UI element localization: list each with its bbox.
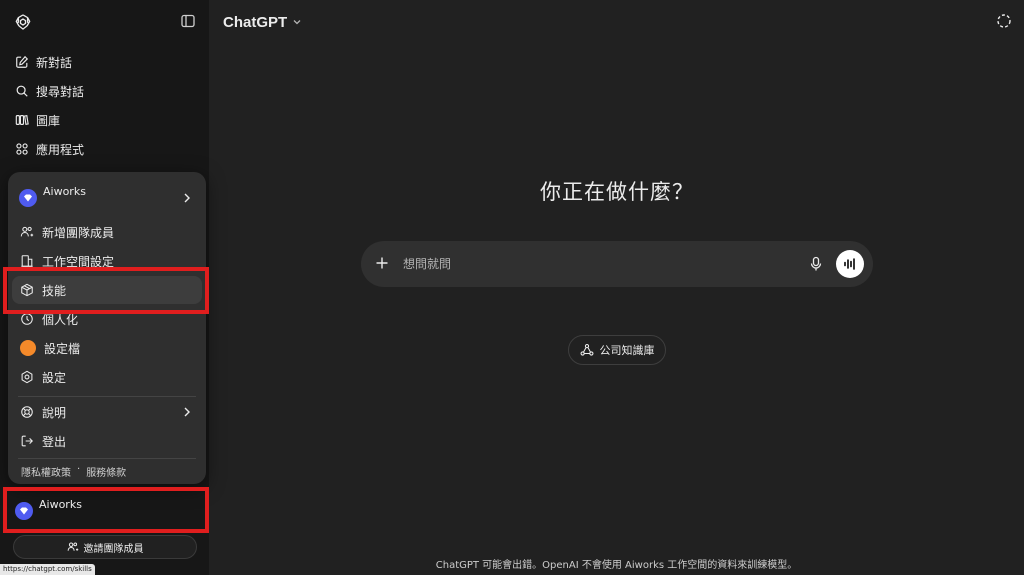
menu-item-label: 設定	[42, 370, 67, 385]
workspace-settings-item[interactable]: 工作空間設定	[12, 247, 202, 275]
menu-item-label: 登出	[42, 434, 67, 449]
menu-divider	[18, 396, 196, 397]
profile-avatar	[20, 340, 36, 356]
add-member-icon	[67, 542, 78, 551]
menu-item-label: 設定檔	[44, 341, 81, 356]
privacy-policy-link[interactable]: 隱私權政策	[21, 464, 71, 479]
chevron-right-icon	[184, 407, 190, 417]
disclaimer: ChatGPT 可能會出錯。OpenAI 不會使用 Aiworks 工作空間的資…	[435, 560, 798, 571]
new-chat-button[interactable]: 新對話	[8, 49, 202, 75]
terms-of-service-link[interactable]: 服務條款	[86, 464, 126, 479]
prompt-input[interactable]	[403, 253, 783, 275]
openai-logo-icon[interactable]	[13, 12, 33, 32]
invite-label: 邀請團隊成員	[83, 543, 144, 555]
nav-label: 搜尋對話	[36, 84, 85, 99]
menu-workspace-row[interactable]: Aiworks	[8, 178, 206, 218]
workspace-name: Aiworks	[43, 184, 86, 198]
nav-label: 新對話	[36, 55, 73, 70]
help-icon	[21, 406, 33, 418]
chevron-right-icon	[184, 193, 190, 203]
workspace-name: Aiworks	[39, 497, 82, 511]
skills-item[interactable]: 技能	[12, 276, 202, 304]
nav-label: 應用程式	[36, 142, 85, 157]
model-name: ChatGPT	[223, 13, 288, 31]
library-icon	[15, 114, 29, 126]
nav-label: 圖庫	[36, 113, 61, 128]
menu-item-label: 個人化	[42, 312, 79, 327]
logout-item[interactable]: 登出	[12, 427, 202, 455]
workspace-avatar	[15, 502, 33, 520]
diamond-icon	[24, 194, 32, 202]
hero-heading: 你正在做什麼？	[540, 180, 694, 204]
invite-team-members-button[interactable]: 邀請團隊成員	[13, 535, 197, 559]
edit-icon	[16, 55, 29, 68]
skills-icon	[21, 283, 33, 297]
library-button[interactable]: 圖庫	[8, 107, 202, 133]
sidebar-toggle-icon[interactable]	[180, 13, 196, 29]
personalization-icon	[21, 313, 33, 325]
profile-item[interactable]: 設定檔	[12, 334, 202, 362]
temporary-chat-icon[interactable]	[996, 13, 1012, 29]
model-selector[interactable]: ChatGPT	[223, 12, 302, 32]
logout-icon	[21, 435, 33, 447]
help-item[interactable]: 說明	[12, 398, 202, 426]
workspace-avatar	[19, 189, 37, 207]
company-knowledge-button[interactable]: 公司知識庫	[568, 335, 666, 365]
chevron-down-icon	[293, 20, 301, 25]
knowledge-icon	[580, 343, 593, 356]
apps-button[interactable]: 應用程式	[8, 136, 202, 162]
search-chats-button[interactable]: 搜尋對話	[8, 78, 202, 104]
account-switcher[interactable]: Aiworks	[8, 491, 204, 531]
status-bar-url: https://chatgpt.com/skills	[0, 564, 95, 575]
search-icon	[16, 85, 28, 97]
menu-divider	[18, 458, 196, 459]
personalization-item[interactable]: 個人化	[12, 305, 202, 333]
sidebar: 新對話 搜尋對話 圖庫 應用程式 Aiworks 新增團隊成員 工作空間設定 技…	[0, 0, 209, 575]
menu-item-label: 說明	[42, 405, 67, 420]
workspace-settings-icon	[21, 255, 33, 267]
apps-icon	[16, 143, 28, 155]
waveform-icon	[844, 258, 855, 270]
plus-icon[interactable]	[375, 256, 389, 270]
menu-item-label: 技能	[42, 283, 67, 298]
add-team-member-item[interactable]: 新增團隊成員	[12, 218, 202, 246]
menu-item-label: 工作空間設定	[42, 254, 115, 269]
account-menu: Aiworks 新增團隊成員 工作空間設定 技能 個人化 設定檔 設定 說明 登…	[8, 172, 206, 484]
menu-item-label: 新增團隊成員	[42, 225, 115, 240]
gear-icon	[21, 370, 33, 384]
add-member-icon	[20, 226, 34, 237]
voice-mode-button[interactable]	[836, 250, 864, 278]
legal-separator: ·	[77, 464, 81, 475]
microphone-icon[interactable]	[809, 256, 823, 272]
diamond-icon	[20, 507, 28, 515]
legal-links: 隱私權政策 · 服務條款	[21, 464, 126, 479]
knowledge-label: 公司知識庫	[599, 344, 655, 357]
composer	[361, 241, 873, 287]
settings-item[interactable]: 設定	[12, 363, 202, 391]
sidebar-header	[0, 0, 209, 44]
